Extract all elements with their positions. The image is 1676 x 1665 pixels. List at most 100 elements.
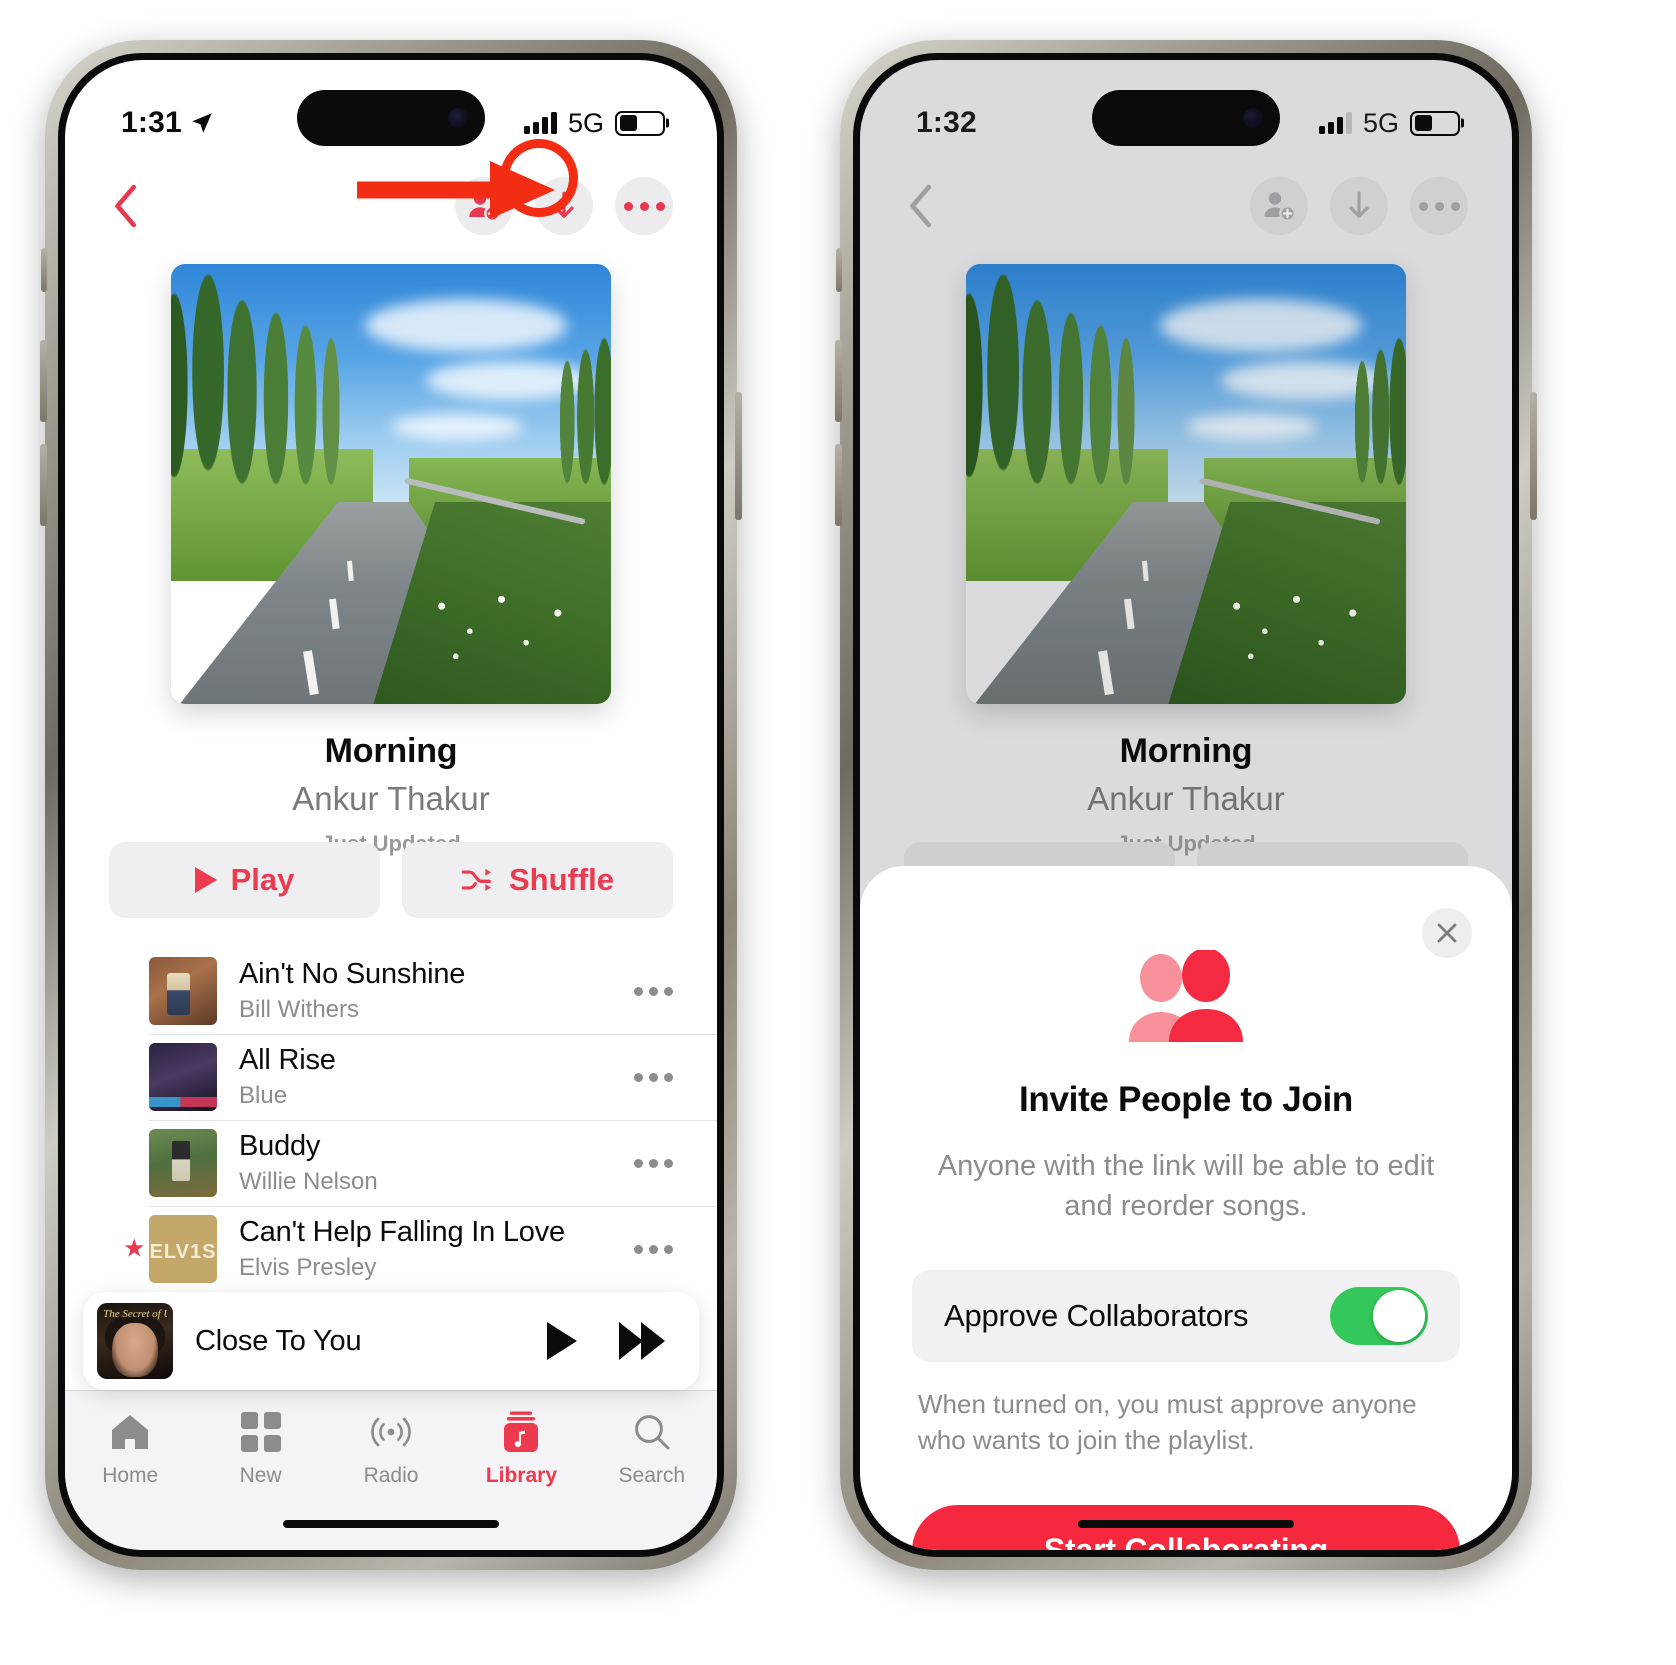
silent-switch[interactable] [836,248,842,292]
cellular-signal-icon [523,112,557,134]
dot [649,986,658,996]
tab-label: Search [618,1464,686,1487]
power-button[interactable] [1530,392,1537,520]
song-text: All Rise Blue [239,1044,616,1110]
tab-label: Radio [363,1464,419,1487]
table-row[interactable]: Ain't No Sunshine Bill Withers [65,948,717,1034]
dot [655,201,665,211]
home-indicator[interactable] [283,1520,499,1528]
playlist-meta: Morning Ankur Thakur Just Updated [65,732,717,857]
start-collaborating-label: Start Collaborating [1044,1532,1328,1550]
song-more-button[interactable] [616,1244,673,1254]
song-artwork [149,957,217,1025]
dynamic-island [297,90,485,146]
now-playing-title: Close To You [195,1324,362,1357]
invite-sheet: Invite People to Join Anyone with the li… [860,866,1512,1550]
tab-new[interactable]: New [195,1409,325,1488]
tab-library[interactable]: Library [456,1409,586,1488]
playback-actions: Play Shuffle [109,842,673,918]
tab-radio[interactable]: Radio [326,1409,456,1488]
back-button[interactable] [99,178,155,234]
phone-bezel: 1:31 5G Morning Ankur Thakur Just Update… [58,53,724,1557]
approve-collaborators-label: Approve Collaborators [944,1298,1249,1334]
approve-collaborators-row[interactable]: Approve Collaborators [912,1270,1460,1363]
network-type-label: 5G [567,107,604,138]
dot [649,1072,658,1082]
playlist-artwork[interactable] [171,264,611,704]
dot [634,1072,643,1082]
dot [664,1072,673,1082]
play-triangle-icon [194,867,217,893]
phone-bezel: 1:32 5G Morning Ankur Thakur Just Update… [853,53,1519,1557]
front-camera-icon [448,108,468,128]
home-indicator[interactable] [1078,1520,1294,1528]
dot [664,986,673,996]
song-artwork: ELV1S [149,1215,217,1283]
dot [634,1244,643,1254]
song-artist: Blue [239,1082,288,1109]
phone-left: 1:31 5G Morning Ankur Thakur Just Update… [40,40,742,1570]
location-arrow-icon [192,113,212,133]
shuffle-icon [461,868,492,891]
power-button[interactable] [735,392,742,520]
tab-search[interactable]: Search [587,1409,717,1488]
more-options-button[interactable] [615,177,673,235]
close-button[interactable] [1422,908,1472,958]
song-artist: Elvis Presley [239,1254,377,1281]
play-icon[interactable] [547,1322,577,1360]
dot [634,1158,643,1168]
approve-collaborators-toggle[interactable] [1330,1287,1428,1346]
song-title: Can't Help Falling In Love [239,1216,565,1248]
volume-down-button[interactable] [40,444,47,526]
home-icon [109,1409,151,1455]
song-title: All Rise [239,1044,336,1076]
dot [649,1244,658,1254]
dot [623,201,633,211]
play-button-label: Play [230,862,295,897]
dot [639,201,649,211]
table-row[interactable]: All Rise Blue [65,1034,717,1120]
now-playing-artwork: The Secret of Us [97,1303,173,1379]
toggle-knob [1373,1290,1425,1343]
table-row[interactable]: Buddy Willie Nelson [65,1120,717,1206]
status-time-group: 1:31 [121,106,215,140]
next-track-icon[interactable] [619,1322,665,1360]
volume-up-button[interactable] [835,340,842,422]
dot [664,1244,673,1254]
song-title: Ain't No Sunshine [239,958,466,990]
shuffle-button[interactable]: Shuffle [402,842,673,918]
now-playing-controls [547,1322,665,1360]
shuffle-button-label: Shuffle [508,862,615,897]
screen-invite-sheet: 1:32 5G Morning Ankur Thakur Just Update… [860,60,1512,1550]
library-icon [500,1409,542,1455]
volume-up-button[interactable] [40,340,47,422]
annotation-highlight-circle [500,139,578,217]
song-artwork [149,1043,217,1111]
approve-collaborators-note: When turned on, you must approve anyone … [918,1389,1417,1456]
playlist-title: Morning [324,732,458,770]
tab-home[interactable]: Home [65,1409,195,1488]
explicit-star-icon: ★ [123,1234,146,1263]
screenshot-stage: 1:31 5G Morning Ankur Thakur Just Update… [0,0,1676,1665]
now-playing-bar[interactable]: The Secret of Us Close To You [83,1292,699,1390]
radio-waves-icon [367,1409,415,1455]
song-more-button[interactable] [616,1072,673,1082]
song-artwork [149,1129,217,1197]
play-button[interactable]: Play [109,842,380,918]
chevron-left-icon [115,184,137,228]
close-icon [1437,923,1457,943]
battery-icon [615,110,665,136]
volume-down-button[interactable] [835,444,842,526]
tab-label: New [239,1464,282,1487]
sheet-heading: Invite People to Join [1018,1080,1354,1119]
now-playing-art-caption: The Secret of Us [103,1307,167,1320]
table-row[interactable]: ★ ELV1S Can't Help Falling In Love Elvis… [65,1206,717,1292]
grid-icon [240,1409,281,1455]
silent-switch[interactable] [41,248,47,292]
song-list: Ain't No Sunshine Bill Withers All Rise … [65,948,717,1292]
song-more-button[interactable] [616,986,673,996]
song-text: Ain't No Sunshine Bill Withers [239,958,616,1024]
two-people-icon [912,950,1460,1046]
song-more-button[interactable] [616,1158,673,1168]
tab-label: Library [485,1464,558,1487]
